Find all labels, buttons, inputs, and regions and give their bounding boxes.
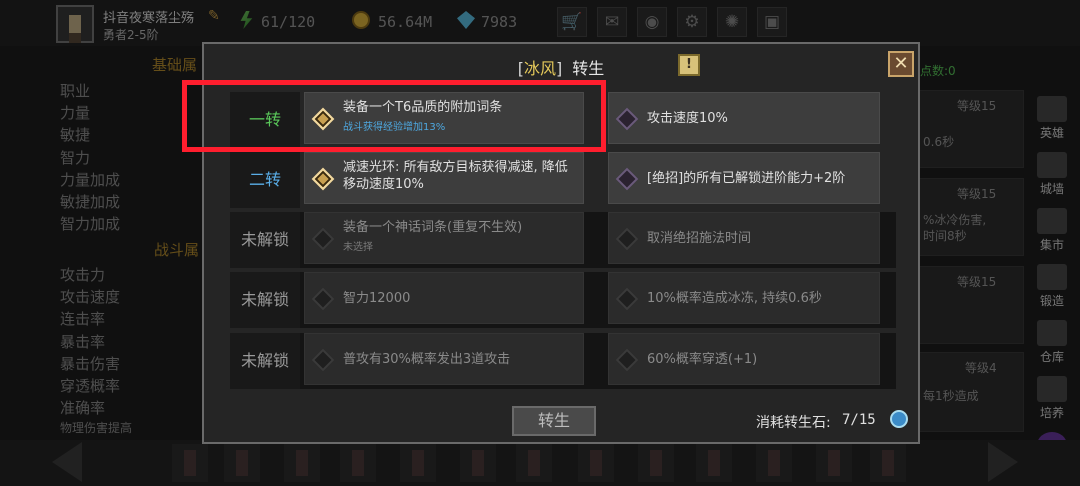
highlight-box <box>182 80 606 152</box>
tier-row-5: 未解锁 普攻有30%概率发出3道攻击 60%概率穿透(+1) <box>230 333 896 389</box>
tier-label: 二转 <box>230 152 300 208</box>
tier2-option-a[interactable]: 减速光环: 所有敌方目标获得减速, 降低移动速度10% <box>304 152 584 204</box>
diamond-icon <box>615 167 639 191</box>
tier4-option-a[interactable]: 智力12000 <box>304 272 584 324</box>
rebirth-cost-label: 消耗转生石: <box>756 415 831 431</box>
tier3-option-a[interactable]: 装备一个神话词条(重复不生效) 未选择 <box>304 212 584 264</box>
tier-row-3: 未解锁 装备一个神话词条(重复不生效) 未选择 取消绝招施法时间 <box>230 212 896 268</box>
tier5-option-a[interactable]: 普攻有30%概率发出3道攻击 <box>304 333 584 385</box>
selected-diamond-icon <box>311 167 335 191</box>
tier-row-2: 二转 减速光环: 所有敌方目标获得减速, 降低移动速度10% [绝招]的所有已解… <box>230 152 896 208</box>
close-button[interactable]: ✕ <box>888 51 914 77</box>
tier2-option-b[interactable]: [绝招]的所有已解锁进阶能力+2阶 <box>608 152 880 204</box>
rebirth-cost-value: 7/15 <box>842 412 876 428</box>
diamond-icon <box>615 107 639 131</box>
tier-label: 未解锁 <box>230 333 300 389</box>
diamond-icon <box>615 348 639 372</box>
tier-label: 未解锁 <box>230 212 300 268</box>
diamond-icon <box>615 227 639 251</box>
diamond-icon <box>311 227 335 251</box>
diamond-icon <box>311 287 335 311</box>
tier1-option-b[interactable]: 攻击速度10% <box>608 92 880 144</box>
tier4-option-b[interactable]: 10%概率造成冰冻, 持续0.6秒 <box>608 272 880 324</box>
rebirth-stone-icon <box>890 410 908 428</box>
tier-label: 未解锁 <box>230 272 300 328</box>
element-name: 冰风 <box>523 59 556 78</box>
tier5-option-b[interactable]: 60%概率穿透(+1) <box>608 333 880 385</box>
rebirth-button[interactable]: 转生 <box>512 406 596 436</box>
diamond-icon <box>615 287 639 311</box>
tier-row-4: 未解锁 智力12000 10%概率造成冰冻, 持续0.6秒 <box>230 272 896 328</box>
tier3-option-b[interactable]: 取消绝招施法时间 <box>608 212 880 264</box>
help-button[interactable]: ! <box>678 54 700 76</box>
diamond-icon <box>311 348 335 372</box>
dialog-title: [冰风] 转生 <box>517 59 605 78</box>
